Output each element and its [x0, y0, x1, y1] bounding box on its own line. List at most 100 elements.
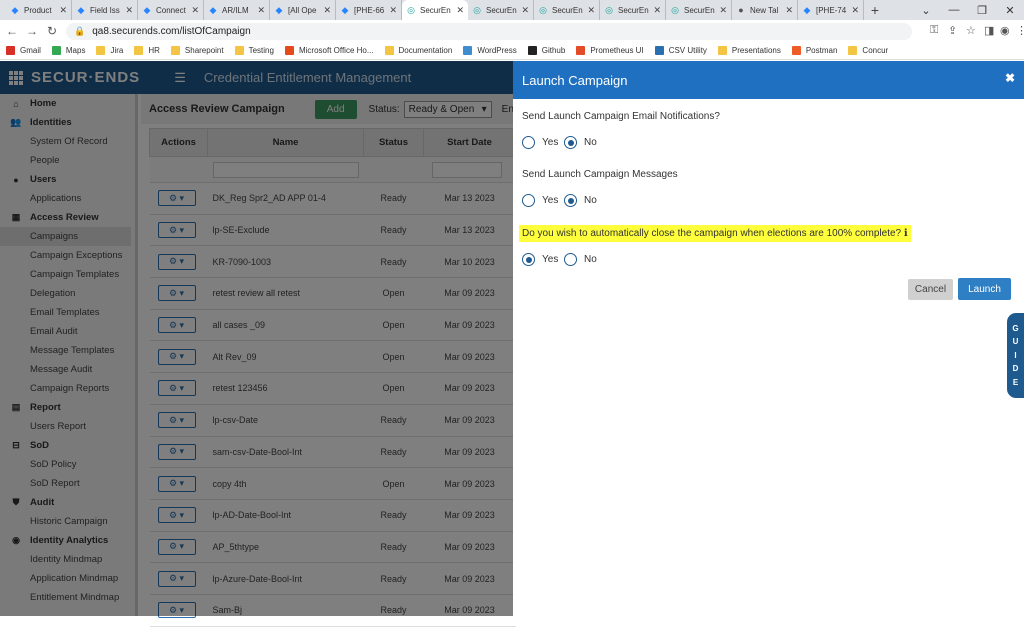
browser-tab[interactable]: ◆ [All Ope ✕	[270, 0, 336, 20]
close-icon[interactable]: ✖	[1005, 71, 1015, 85]
tab-close-icon[interactable]: ✕	[257, 5, 265, 16]
tab-title: SecurEn	[684, 5, 715, 15]
bookmark-label: CSV Utility	[668, 46, 707, 55]
minimize-icon[interactable]: —	[940, 0, 968, 20]
browser-tab[interactable]: ◆ [PHE-74 ✕	[798, 0, 864, 20]
radio-circle	[564, 194, 577, 207]
key-icon[interactable]: ⚿	[930, 24, 938, 37]
browser-tab[interactable]: ◆ Field Iss ✕	[72, 0, 138, 20]
browser-tab[interactable]: ◎ SecurEn ✕	[468, 0, 534, 20]
url-input[interactable]: 🔒 qa8.securends.com/listOfCampaign	[66, 23, 912, 40]
share-icon[interactable]: ⇪	[948, 24, 957, 37]
bookmark-star-icon[interactable]: ☆	[966, 24, 976, 37]
close-window-icon[interactable]: ✕	[996, 0, 1024, 20]
bookmark-label: Documentation	[398, 46, 453, 55]
radio-label: Yes	[542, 254, 559, 265]
bookmark-label: Sharepoint	[184, 46, 224, 55]
browser-tab[interactable]: ● New Tal ✕	[732, 0, 798, 20]
bookmark-icon	[51, 46, 61, 55]
profile-icon[interactable]: ◉	[1000, 24, 1010, 37]
bookmark-item[interactable]: Github	[527, 46, 565, 55]
bookmark-item[interactable]: Postman	[791, 46, 837, 55]
browser-tab[interactable]: ◆ AR/ILM ✕	[204, 0, 270, 20]
browser-tab[interactable]: ◎ SecurEn ✕	[402, 0, 468, 20]
tab-close-icon[interactable]: ✕	[653, 5, 661, 16]
bookmark-item[interactable]: CSV Utility	[654, 46, 707, 55]
browser-tab[interactable]: ◎ SecurEn ✕	[534, 0, 600, 20]
bookmark-item[interactable]: Prometheus UI	[576, 46, 644, 55]
radio-circle	[522, 136, 535, 149]
tab-close-icon[interactable]: ✕	[59, 5, 67, 16]
bookmark-item[interactable]: HR	[134, 46, 160, 55]
bookmark-item[interactable]: Concur	[848, 46, 888, 55]
side-panel-icon[interactable]: ◨	[984, 24, 994, 37]
tab-close-icon[interactable]: ✕	[785, 5, 793, 16]
auto-close-no-radio[interactable]: No	[564, 253, 597, 266]
browser-tab[interactable]: ◆ Product ✕	[6, 0, 72, 20]
bookmark-item[interactable]: Maps	[51, 46, 86, 55]
bookmark-icon	[384, 46, 394, 55]
radio-circle	[564, 136, 577, 149]
info-icon[interactable]: ℹ	[904, 228, 908, 239]
reload-icon[interactable]: ↻	[42, 24, 62, 38]
tab-title: SecurEn	[486, 5, 517, 15]
email-notifications-no-radio[interactable]: No	[564, 136, 597, 149]
browser-tab[interactable]: ◎ SecurEn ✕	[666, 0, 732, 20]
browser-tab[interactable]: ◎ SecurEn ✕	[600, 0, 666, 20]
bookmark-icon	[576, 46, 586, 55]
restore-icon[interactable]: ❐	[968, 0, 996, 20]
bookmark-icon	[170, 46, 180, 55]
guide-letter: I	[1014, 350, 1017, 360]
launch-messages-question: Send Launch Campaign Messages	[522, 169, 678, 180]
forward-icon[interactable]: →	[22, 24, 42, 38]
launch-button[interactable]: Launch	[958, 278, 1011, 300]
bookmark-item[interactable]: Testing	[234, 46, 274, 55]
tab-close-icon[interactable]: ✕	[719, 5, 727, 16]
launch-messages-no-radio[interactable]: No	[564, 194, 597, 207]
tab-close-icon[interactable]: ✕	[851, 5, 859, 16]
tab-search-icon[interactable]: ⌄	[912, 0, 940, 20]
tab-title: Connect	[156, 5, 186, 15]
cancel-button[interactable]: Cancel	[908, 279, 953, 300]
radio-circle	[522, 253, 535, 266]
new-tab-icon[interactable]: +	[864, 0, 886, 20]
tab-close-icon[interactable]: ✕	[587, 5, 595, 16]
jira-icon: ◆	[11, 4, 19, 15]
bookmark-label: Microsoft Office Ho...	[298, 46, 374, 55]
tab-close-icon[interactable]: ✕	[191, 5, 199, 16]
launch-messages-yes-radio[interactable]: Yes	[522, 194, 558, 207]
email-notifications-yes-radio[interactable]: Yes	[522, 136, 558, 149]
bookmark-icon	[96, 46, 106, 55]
back-icon[interactable]: ←	[2, 24, 22, 38]
bookmark-item[interactable]: Sharepoint	[170, 46, 224, 55]
tab-close-icon[interactable]: ✕	[323, 5, 331, 16]
auto-close-question: Do you wish to automatically close the c…	[519, 225, 911, 242]
radio-circle	[522, 194, 535, 207]
menu-kebab-icon[interactable]: ⋮	[1016, 24, 1024, 37]
bookmark-item[interactable]: Jira	[96, 46, 123, 55]
tab-title: New Tal	[750, 5, 779, 15]
bookmark-item[interactable]: Gmail	[6, 46, 41, 55]
bookmark-label: HR	[148, 46, 160, 55]
tab-title: SecurEn	[552, 5, 583, 15]
bookmark-item[interactable]: WordPress	[463, 46, 517, 55]
guide-tab[interactable]: GUIDE	[1007, 313, 1024, 398]
modal-backdrop[interactable]	[0, 61, 513, 616]
email-notifications-question: Send Launch Campaign Email Notifications…	[522, 111, 720, 122]
tab-title: [PHE-66	[354, 5, 385, 15]
bookmark-item[interactable]: Microsoft Office Ho...	[284, 46, 374, 55]
bookmark-icon	[463, 46, 473, 55]
bookmark-label: Maps	[65, 46, 86, 55]
tab-close-icon[interactable]: ✕	[389, 5, 397, 16]
radio-label: Yes	[542, 195, 559, 206]
bookmark-item[interactable]: Presentations	[717, 46, 781, 55]
browser-tab[interactable]: ◆ Connect ✕	[138, 0, 204, 20]
tab-close-icon[interactable]: ✕	[521, 5, 529, 16]
tab-close-icon[interactable]: ✕	[456, 5, 464, 16]
bookmark-icon	[134, 46, 144, 55]
bookmark-item[interactable]: Documentation	[384, 46, 453, 55]
jira-icon: ◆	[275, 4, 283, 15]
auto-close-yes-radio[interactable]: Yes	[522, 253, 558, 266]
tab-close-icon[interactable]: ✕	[125, 5, 133, 16]
browser-tab[interactable]: ◆ [PHE-66 ✕	[336, 0, 402, 20]
